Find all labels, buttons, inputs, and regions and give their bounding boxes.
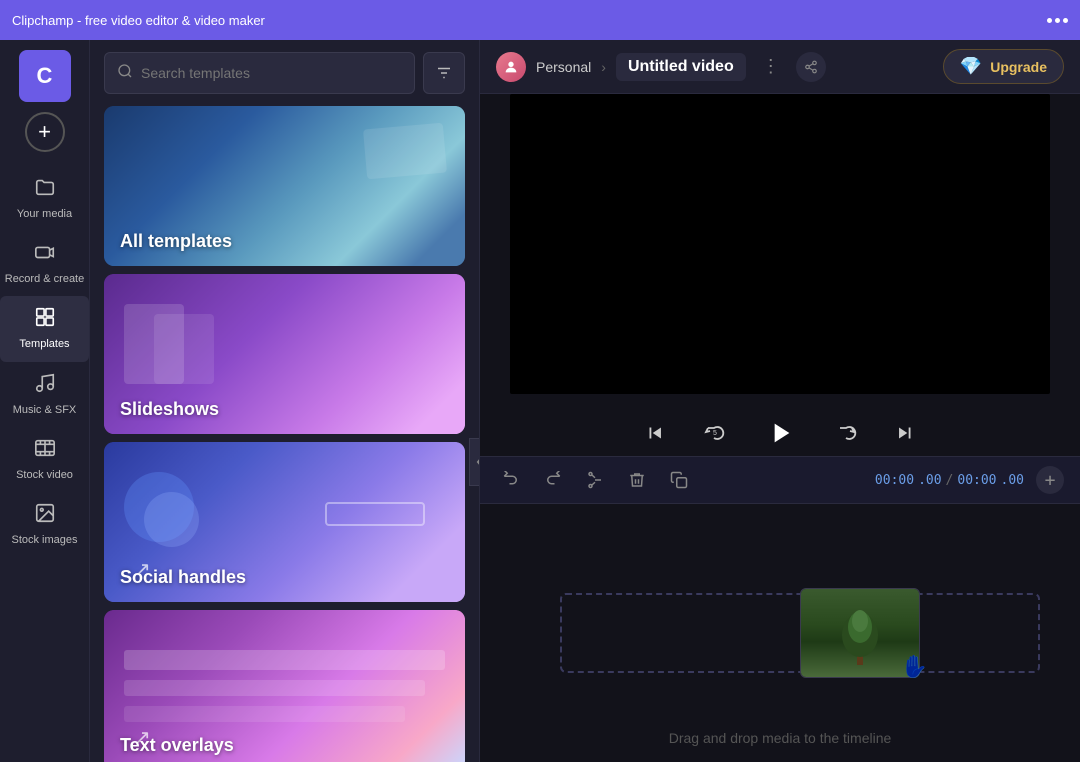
cut-button[interactable] [580, 465, 610, 495]
play-button[interactable] [757, 410, 803, 456]
share-button[interactable] [796, 52, 826, 82]
sidebar-item-your-media[interactable]: Your media [0, 166, 89, 231]
rewind-5s-button[interactable]: 5 [697, 415, 733, 451]
right-area: Personal › Untitled video ⋮ 💎 Upgrade [480, 40, 1080, 762]
camera-icon [34, 241, 56, 269]
personal-avatar [496, 52, 526, 82]
template-card-social-handles[interactable]: ↗ Social handles [104, 442, 465, 602]
film-icon [34, 437, 56, 465]
delete-button[interactable] [622, 465, 652, 495]
sidebar-item-templates[interactable]: Templates [0, 296, 89, 361]
time-ms-total: .00 [1001, 473, 1024, 488]
social-handles-label: Social handles [120, 567, 246, 588]
timeline-area[interactable]: ✋ Drag and drop media to the timeline [480, 504, 1080, 762]
video-title[interactable]: Untitled video [616, 53, 746, 81]
sidebar-item-record-create[interactable]: Record & create [0, 231, 89, 296]
search-icon [117, 63, 133, 84]
icon-sidebar: C + Your media Record & create [0, 40, 90, 762]
filter-button[interactable] [423, 52, 465, 94]
add-track-button[interactable]: + [1036, 466, 1064, 494]
skip-to-start-button[interactable] [637, 415, 673, 451]
slideshows-label: Slideshows [120, 399, 219, 420]
templates-panel: All templates Slideshows [90, 40, 480, 762]
templates-list: All templates Slideshows [90, 106, 479, 762]
search-input[interactable] [141, 65, 402, 81]
skip-to-end-button[interactable] [887, 415, 923, 451]
add-button[interactable]: + [25, 112, 65, 152]
window-more-button[interactable] [1047, 18, 1068, 23]
timeline-toolbar: 00:00 .00 / 00:00 .00 + [480, 456, 1080, 504]
sidebar-item-music-sfx[interactable]: Music & SFX [0, 362, 89, 427]
diamond-icon: 💎 [960, 56, 982, 77]
app-title: Clipchamp - free video editor & video ma… [12, 13, 265, 28]
sidebar-item-label-stock-images: Stock images [11, 534, 77, 547]
logo: C [19, 50, 71, 102]
time-separator: / [946, 473, 954, 488]
time-total: 00:00 [957, 473, 996, 488]
time-current: 00:00 [875, 473, 914, 488]
time-ms-current: .00 [918, 473, 941, 488]
music-icon [34, 372, 56, 400]
copy-to-clipboard-button[interactable] [664, 465, 694, 495]
top-bar: Personal › Untitled video ⋮ 💎 Upgrade [480, 40, 1080, 94]
video-player[interactable] [510, 94, 1050, 394]
sidebar-item-label-music: Music & SFX [13, 404, 77, 417]
timeline-drop-hint: Drag and drop media to the timeline [669, 730, 892, 746]
image-icon [34, 502, 56, 530]
sidebar-item-label-your-media: Your media [17, 208, 72, 221]
breadcrumb-separator: › [601, 59, 606, 75]
search-bar [90, 40, 479, 106]
template-card-slideshows[interactable]: Slideshows [104, 274, 465, 434]
template-card-text-overlays[interactable]: ↗ Text overlays [104, 610, 465, 762]
time-display: 00:00 .00 / 00:00 .00 + [875, 466, 1064, 494]
templates-icon [34, 306, 56, 334]
template-card-all-templates[interactable]: All templates [104, 106, 465, 266]
sidebar-item-stock-images[interactable]: Stock images [0, 492, 89, 557]
titlebar: Clipchamp - free video editor & video ma… [0, 0, 1080, 40]
all-templates-label: All templates [120, 231, 232, 252]
personal-label: Personal [536, 59, 591, 75]
search-input-wrap[interactable] [104, 52, 415, 94]
sidebar-item-label-stock-video: Stock video [16, 469, 73, 482]
grab-cursor-icon: ✋ [901, 654, 928, 680]
forward-5s-button[interactable] [827, 415, 863, 451]
video-preview: 5 [480, 94, 1080, 456]
redo-button[interactable] [538, 465, 568, 495]
svg-text:5: 5 [713, 430, 717, 437]
main-layout: C + Your media Record & create [0, 40, 1080, 762]
text-overlays-label: Text overlays [120, 735, 234, 756]
folder-icon [34, 176, 56, 204]
upgrade-label: Upgrade [990, 59, 1047, 75]
logo-text: C [37, 63, 53, 89]
sidebar-item-stock-video[interactable]: Stock video [0, 427, 89, 492]
undo-button[interactable] [496, 465, 526, 495]
collapse-panel-button[interactable] [469, 438, 480, 486]
sidebar-item-label-templates: Templates [19, 338, 69, 351]
playback-controls: 5 [637, 410, 923, 456]
sidebar-item-label-record: Record & create [5, 273, 84, 286]
upgrade-button[interactable]: 💎 Upgrade [943, 49, 1064, 84]
more-options-button[interactable]: ⋮ [756, 52, 786, 82]
